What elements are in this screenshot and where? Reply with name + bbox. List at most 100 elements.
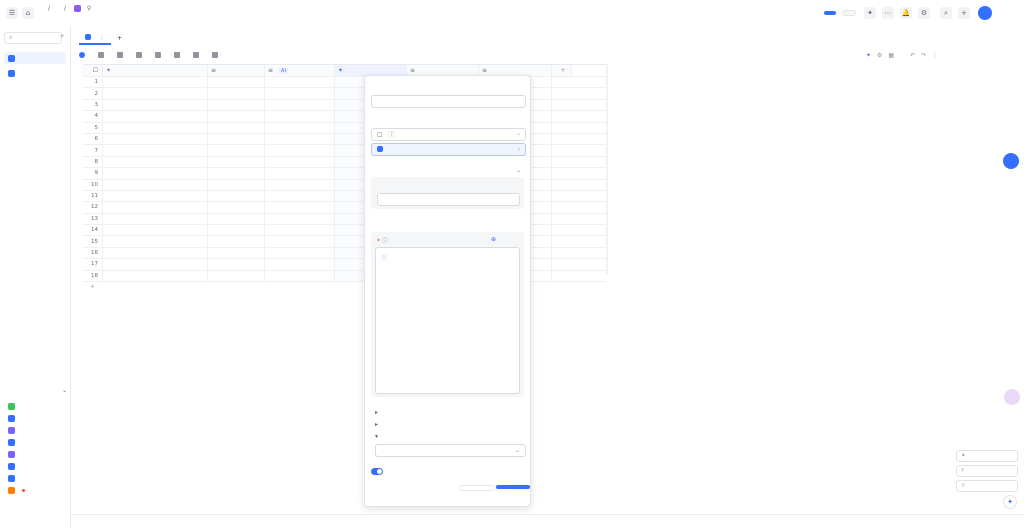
table-cell[interactable] (265, 225, 335, 236)
table-cell[interactable] (103, 133, 208, 145)
search-icon[interactable]: ⌕ (940, 7, 952, 19)
tips-card[interactable]: ⚐ (956, 480, 1018, 492)
title-input[interactable] (371, 95, 526, 108)
more-icon[interactable]: ⋮ (932, 52, 938, 59)
settings-icon[interactable]: ⚙ (877, 52, 882, 59)
table-cell[interactable] (103, 99, 208, 111)
table-cell[interactable] (265, 190, 335, 202)
table-cell[interactable] (103, 247, 208, 259)
deep-think-select[interactable]: ⌄ (375, 444, 526, 457)
plus-icon[interactable]: + (958, 7, 970, 19)
menu-icon[interactable]: ☰ (6, 7, 18, 19)
table-cell[interactable] (208, 156, 265, 168)
table-cell[interactable] (103, 270, 208, 282)
ai-icon[interactable]: ✦ (864, 7, 876, 19)
notification-icon[interactable]: 🔔 (900, 7, 912, 19)
table-cell[interactable] (265, 259, 335, 270)
table-cell[interactable] (103, 236, 208, 247)
sidebar-item-import-other[interactable] (0, 484, 70, 496)
smart-query-card[interactable]: ✦ (956, 450, 1018, 462)
more-icon[interactable]: ⋯ (882, 7, 894, 19)
table-cell[interactable] (208, 88, 265, 99)
table-cell[interactable] (208, 236, 265, 247)
table-cell[interactable] (265, 213, 335, 225)
fill-color-button[interactable] (212, 52, 221, 58)
table-cell[interactable] (103, 77, 208, 88)
column-header[interactable]: ✦ (103, 65, 208, 76)
confirm-button[interactable] (496, 485, 530, 489)
table-cell[interactable] (103, 259, 208, 270)
table-cell[interactable] (265, 145, 335, 156)
table-cell[interactable] (265, 179, 335, 190)
table-cell[interactable] (265, 88, 335, 99)
sidebar-item-form[interactable] (0, 424, 70, 436)
assistant-avatar[interactable] (1004, 389, 1020, 405)
table-cell[interactable] (103, 122, 208, 133)
table-cell[interactable] (103, 145, 208, 156)
table-cell[interactable] (265, 247, 335, 259)
undo-icon[interactable]: ↶ (910, 52, 915, 59)
table-cell[interactable] (208, 77, 265, 88)
settings-icon[interactable]: ⚙ (918, 7, 930, 19)
more-info-toggle[interactable] (371, 468, 387, 475)
table-cell[interactable] (208, 190, 265, 202)
sidebar-item-new-table[interactable] (0, 412, 70, 424)
table-cell[interactable] (208, 145, 265, 156)
collapsible-video[interactable]: ▸ (375, 421, 378, 428)
sidebar-item-doc[interactable] (0, 460, 70, 472)
collapse-sidebar-icon[interactable]: « (60, 32, 64, 40)
reference-field-button[interactable]: ⊕ (491, 236, 496, 243)
table-cell[interactable] (265, 122, 335, 133)
assistant-fab[interactable] (1003, 153, 1019, 169)
column-header[interactable]: ≡ (208, 65, 265, 76)
collapsible-deep-think[interactable]: ▾ (375, 433, 378, 440)
table-cell[interactable] (208, 259, 265, 270)
model-select[interactable]: › (371, 143, 526, 156)
column-header[interactable]: ≡ AI (265, 65, 335, 76)
tab-new-view[interactable]: + (111, 32, 130, 44)
table-cell[interactable] (208, 122, 265, 133)
table-cell[interactable] (265, 168, 335, 179)
sort-button[interactable] (174, 52, 183, 58)
select-all-checkbox[interactable]: ☐ (83, 65, 103, 76)
layout-icon[interactable]: ▦ (888, 52, 894, 59)
automation-button[interactable] (842, 10, 856, 16)
ai-icon[interactable]: ✦ (866, 52, 871, 59)
filter-button[interactable] (136, 52, 145, 58)
sidebar-item-table[interactable] (4, 52, 66, 64)
collapsible-image[interactable]: ▸ (375, 409, 378, 416)
table-cell[interactable] (208, 99, 265, 111)
sidebar-item-folder[interactable] (0, 472, 70, 484)
table-cell[interactable] (265, 202, 335, 213)
pin-icon[interactable]: ⚲ (87, 5, 91, 12)
group-button[interactable] (155, 52, 164, 58)
table-cell[interactable] (208, 133, 265, 145)
view-config-button[interactable] (117, 52, 126, 58)
table-cell[interactable] (208, 213, 265, 225)
table-cell[interactable] (265, 111, 335, 122)
table-cell[interactable] (265, 99, 335, 111)
chevron-down-icon[interactable]: ⌄ (516, 167, 521, 174)
search-input[interactable]: ⌕ (4, 32, 62, 44)
table-cell[interactable] (103, 202, 208, 213)
table-cell[interactable] (103, 168, 208, 179)
collapse-icon[interactable]: ⌄ (62, 387, 67, 394)
field-type-select[interactable]: ☐ ⓘ › (371, 128, 526, 141)
share-button[interactable] (824, 11, 836, 15)
table-cell[interactable] (265, 270, 335, 282)
table-cell[interactable] (103, 88, 208, 99)
help-card[interactable]: ? (956, 465, 1018, 477)
add-row-icon[interactable]: + (83, 282, 103, 292)
table-cell[interactable] (208, 270, 265, 282)
user-avatar[interactable] (978, 6, 992, 20)
prompt-textarea[interactable] (375, 247, 520, 394)
ai-assistant-icon[interactable]: ✦ (1003, 495, 1017, 509)
table-cell[interactable] (265, 156, 335, 168)
sidebar-item-dashboard[interactable] (0, 67, 70, 79)
toggle-switch[interactable] (371, 468, 383, 475)
table-cell[interactable] (208, 111, 265, 122)
home-icon[interactable]: ⌂ (22, 7, 34, 19)
scrollbar[interactable] (606, 64, 608, 274)
tab-table-view[interactable]: ⋮ (79, 31, 111, 45)
redo-icon[interactable]: ↷ (921, 52, 926, 59)
